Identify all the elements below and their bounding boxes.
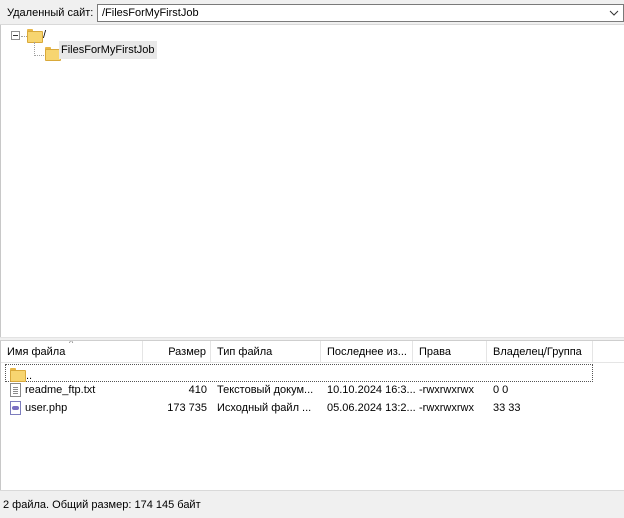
tree-connector bbox=[34, 55, 44, 56]
column-header-size[interactable]: Размер bbox=[143, 341, 211, 363]
remote-path-value: /FilesForMyFirstJob bbox=[102, 7, 199, 19]
tree-item-label: / bbox=[43, 29, 47, 41]
tree-item-label: FilesForMyFirstJob bbox=[59, 41, 157, 59]
file-type: Исходный файл ... bbox=[217, 402, 312, 414]
file-name: readme_ftp.txt bbox=[25, 384, 96, 396]
column-header-owner[interactable]: Владелец/Группа bbox=[487, 341, 593, 363]
file-type: Текстовый докум... bbox=[217, 384, 314, 396]
chevron-down-icon[interactable] bbox=[607, 5, 621, 21]
remote-file-list[interactable]: ^ Имя файла Размер Тип файла Последнее и… bbox=[0, 341, 624, 490]
tree-connector bbox=[34, 42, 35, 56]
column-header-type[interactable]: Тип файла bbox=[211, 341, 321, 363]
sort-ascending-icon: ^ bbox=[69, 341, 74, 348]
status-summary: 2 файла. Общий размер: 174 145 байт bbox=[3, 499, 201, 511]
file-size: 410 bbox=[188, 384, 207, 396]
file-owner: 0 0 bbox=[493, 384, 509, 396]
remote-site-bar: Удаленный сайт: /FilesForMyFirstJob bbox=[0, 0, 624, 25]
list-item-parent[interactable]: .. bbox=[5, 364, 593, 382]
status-bar: 2 файла. Общий размер: 174 145 байт bbox=[0, 490, 624, 518]
file-permissions: -rwxrwxrwx bbox=[419, 384, 474, 396]
column-header-modified[interactable]: Последнее из... bbox=[321, 341, 413, 363]
file-list-header: ^ Имя файла Размер Тип файла Последнее и… bbox=[1, 341, 624, 363]
folder-icon bbox=[10, 368, 26, 382]
column-header-name[interactable]: ^ Имя файла bbox=[1, 341, 143, 363]
text-file-icon bbox=[10, 383, 21, 397]
remote-path-combobox[interactable]: /FilesForMyFirstJob bbox=[97, 4, 624, 22]
collapse-toggle-icon[interactable] bbox=[11, 31, 20, 40]
remote-site-label: Удаленный сайт: bbox=[7, 7, 94, 19]
folder-icon bbox=[45, 47, 61, 61]
tree-item-filesformyfirstjob[interactable]: FilesForMyFirstJob bbox=[59, 41, 159, 59]
php-file-icon bbox=[10, 401, 21, 415]
file-owner: 33 33 bbox=[493, 402, 521, 414]
file-permissions: -rwxrwxrwx bbox=[419, 402, 474, 414]
table-row[interactable]: user.php 173 735 Исходный файл ... 05.06… bbox=[5, 399, 593, 417]
folder-icon bbox=[27, 29, 43, 43]
file-modified: 10.10.2024 16:3... bbox=[327, 384, 415, 396]
file-modified: 05.06.2024 13:2... bbox=[327, 402, 415, 414]
remote-directory-tree[interactable]: / FilesForMyFirstJob bbox=[0, 25, 624, 337]
file-size: 173 735 bbox=[167, 402, 207, 414]
column-header-permissions[interactable]: Права bbox=[413, 341, 487, 363]
table-row[interactable]: readme_ftp.txt 410 Текстовый докум... 10… bbox=[5, 381, 593, 399]
file-name: user.php bbox=[25, 402, 68, 414]
